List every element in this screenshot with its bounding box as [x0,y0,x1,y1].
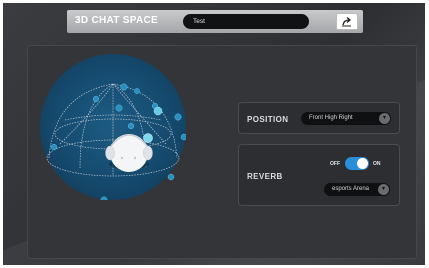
reverb-label: REVERB [247,172,283,181]
position-node [167,173,175,181]
spatial-audio-globe[interactable] [40,54,186,200]
chat-space-panel: 3D CHAT SPACE Test POSITION Front High R… [3,3,425,265]
reverb-toggle[interactable] [345,157,369,170]
toggle-on-label: ON [373,161,381,167]
position-node [100,196,108,200]
toggle-off-label: OFF [330,161,340,167]
export-arrow-icon [342,17,352,27]
position-select-value: Front High Right [309,115,353,121]
position-sphere-graphic [46,83,186,200]
position-node [120,83,128,91]
reverb-card: REVERB OFF ON esports Arena ▾ [238,144,400,206]
selected-position-node [153,106,163,116]
selected-position-node [143,133,153,143]
panel-title: 3D CHAT SPACE [75,15,158,26]
position-node [180,133,186,141]
reverb-preset-value: esports Arena [332,186,370,192]
position-card: POSITION Front High Right ▾ [238,102,400,134]
position-select[interactable]: Front High Right ▾ [301,112,391,125]
position-node [115,104,123,112]
position-node [50,143,58,151]
export-button[interactable] [336,13,358,30]
content-area: POSITION Front High Right ▾ REVERB OFF O… [27,45,417,259]
space-name-field[interactable]: Test [183,14,309,29]
chevron-down-icon: ▾ [379,113,390,124]
toggle-knob [357,158,368,169]
chevron-down-icon: ▾ [378,184,389,195]
position-node [134,88,140,94]
position-node [92,95,100,103]
reverb-preset-select[interactable]: esports Arena ▾ [324,183,390,196]
position-node [174,113,182,121]
position-label: POSITION [247,115,289,124]
title-bar: 3D CHAT SPACE Test [67,10,363,33]
position-node [127,122,135,130]
